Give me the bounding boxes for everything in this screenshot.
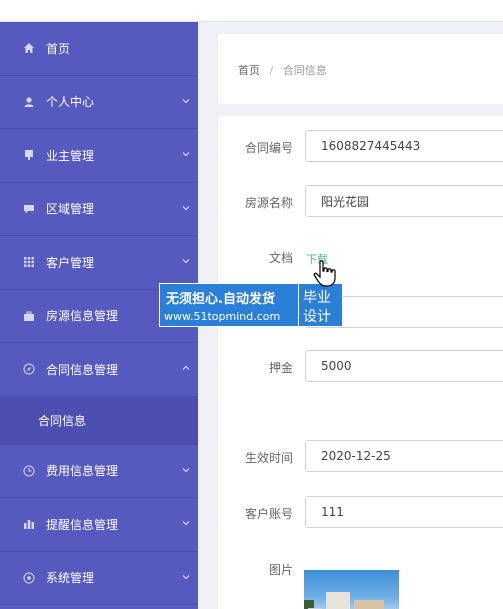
deposit-field[interactable]: 5000 bbox=[305, 350, 503, 382]
deposit-label: 押金 bbox=[268, 361, 293, 375]
contract-no-field[interactable]: 1608827445443 bbox=[305, 130, 503, 162]
compass-icon bbox=[22, 362, 36, 376]
contract-no-label: 合同编号 bbox=[244, 141, 293, 155]
home-icon bbox=[22, 41, 36, 55]
watermark-box: 毕业 设计 bbox=[298, 284, 342, 326]
watermark-banner: 无须担心.自动发货 www.51topmind.com 毕业 设计 bbox=[159, 283, 343, 327]
chart-icon bbox=[22, 517, 36, 531]
chevron-down-icon bbox=[182, 467, 190, 473]
sidebar-item-contract[interactable]: 合同信息管理 bbox=[0, 343, 198, 397]
watermark-line1: 无须担心.自动发货 bbox=[166, 292, 275, 307]
property-name-field[interactable]: 阳光花园 bbox=[305, 185, 503, 217]
breadcrumb-panel: 首页 / 合同信息 bbox=[218, 34, 503, 104]
clock-icon bbox=[22, 464, 36, 478]
sidebar-item-label: 房源信息管理 bbox=[46, 309, 119, 324]
settings-icon bbox=[22, 571, 36, 585]
sidebar-item-label: 合同信息管理 bbox=[46, 362, 119, 377]
grid-icon bbox=[22, 255, 36, 269]
breadcrumb-home[interactable]: 首页 bbox=[238, 64, 260, 77]
image-label: 图片 bbox=[268, 563, 293, 577]
sidebar-item-reminder[interactable]: 提醒信息管理 bbox=[0, 498, 198, 552]
chevron-down-icon bbox=[182, 98, 190, 104]
sidebar-item-label: 系统管理 bbox=[46, 571, 95, 586]
hand-cursor-icon bbox=[313, 260, 336, 287]
top-header bbox=[0, 0, 503, 22]
chevron-up-icon bbox=[182, 365, 190, 371]
sidebar-item-label: 费用信息管理 bbox=[46, 464, 119, 479]
account-field[interactable]: 111 bbox=[305, 496, 503, 528]
property-name-label: 房源名称 bbox=[244, 196, 293, 210]
sidebar-item-owner[interactable]: 业主管理 bbox=[0, 129, 198, 183]
breadcrumb-current: 合同信息 bbox=[282, 64, 327, 77]
breadcrumb-separator: / bbox=[269, 64, 274, 77]
sidebar-item-home[interactable]: 首页 bbox=[0, 22, 198, 76]
photo-building-1 bbox=[326, 592, 350, 609]
chevron-down-icon bbox=[182, 259, 190, 264]
watermark-line2: www.51topmind.com bbox=[164, 310, 281, 323]
sidebar-item-label: 提醒信息管理 bbox=[46, 517, 119, 532]
chevron-down-icon bbox=[182, 574, 190, 580]
sidebar-item-customer[interactable]: 客户管理 bbox=[0, 236, 198, 290]
photo-building-2 bbox=[354, 600, 384, 609]
effective-date-field[interactable]: 2020-12-25 bbox=[305, 440, 503, 472]
chevron-down-icon bbox=[182, 152, 190, 157]
contract-detail-form: 合同编号 1608827445443 房源名称 阳光花园 文档 下载 0 押金 … bbox=[218, 116, 503, 609]
document-label: 文档 bbox=[268, 251, 293, 265]
breadcrumb: 首页 / 合同信息 bbox=[238, 62, 327, 78]
sidebar-item-region[interactable]: 区域管理 bbox=[0, 182, 198, 236]
sidebar-subitem-label: 合同信息 bbox=[38, 413, 87, 428]
briefcase-icon bbox=[22, 309, 36, 323]
sidebar-item-label: 业主管理 bbox=[46, 148, 95, 163]
sidebar-item-label: 客户管理 bbox=[46, 255, 95, 270]
sidebar-item-system[interactable]: 系统管理 bbox=[0, 551, 198, 605]
user-icon bbox=[22, 95, 36, 109]
sidebar-item-profile[interactable]: 个人中心 bbox=[0, 75, 198, 129]
sidebar-subitem-contract-info[interactable]: 合同信息 bbox=[0, 396, 198, 445]
sidebar-item-label: 个人中心 bbox=[46, 95, 95, 110]
watermark-box-line1: 毕业 bbox=[303, 290, 331, 306]
message-icon bbox=[22, 202, 36, 216]
sidebar-item-label: 区域管理 bbox=[46, 202, 95, 217]
chevron-down-icon bbox=[182, 521, 190, 526]
chevron-down-icon bbox=[182, 205, 190, 211]
sidebar-item-fees[interactable]: 费用信息管理 bbox=[0, 444, 198, 498]
account-label: 客户账号 bbox=[244, 507, 293, 521]
sidebar-item-label: 首页 bbox=[46, 41, 71, 56]
property-photo[interactable] bbox=[304, 570, 399, 609]
effective-date-label: 生效时间 bbox=[244, 451, 293, 465]
book-icon bbox=[22, 148, 36, 162]
watermark-box-line2: 设计 bbox=[303, 309, 331, 325]
